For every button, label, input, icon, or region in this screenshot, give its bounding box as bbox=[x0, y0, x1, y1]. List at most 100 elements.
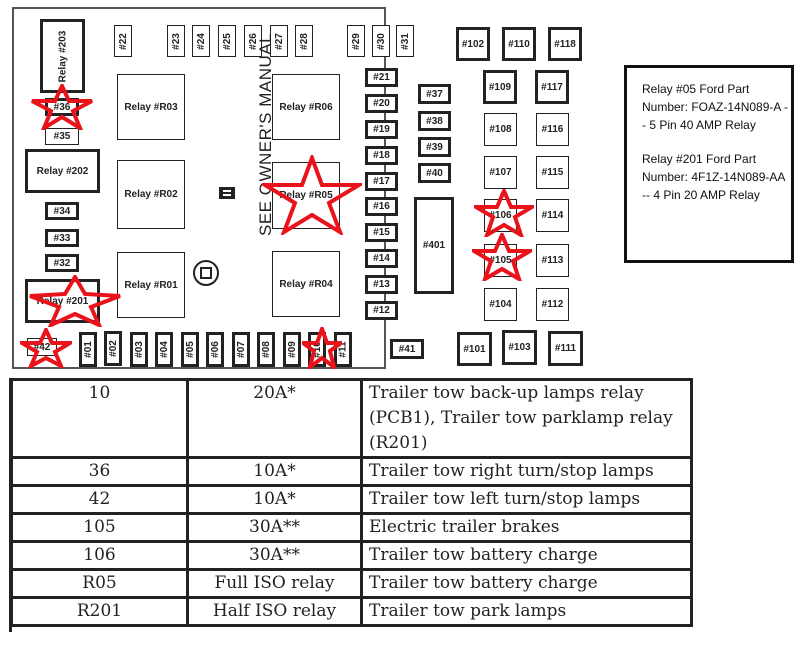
fuse-104: #104 bbox=[484, 288, 517, 321]
note-relay-201: Relay #201 Ford Part Number: 4F1Z-14N089… bbox=[642, 152, 785, 202]
fuse-01: #01 bbox=[79, 332, 97, 367]
circuit-description-cell: Trailer tow left turn/stop lamps bbox=[360, 484, 693, 515]
fuse-40: #40 bbox=[418, 163, 451, 183]
fuse-position-cell: R201 bbox=[10, 596, 189, 627]
fuse-06: #06 bbox=[206, 332, 224, 367]
fuse-37: #37 bbox=[418, 84, 451, 104]
fuse-32: #32 bbox=[45, 254, 79, 272]
circuit-description-cell: Trailer tow right turn/stop lamps bbox=[360, 456, 693, 487]
fuse-08: #08 bbox=[257, 332, 275, 367]
fuse-39: #39 bbox=[418, 137, 451, 157]
fuse-18: #18 bbox=[365, 146, 398, 165]
fuse-position-cell: 105 bbox=[10, 512, 189, 543]
fuse-38: #38 bbox=[418, 111, 451, 131]
relay-r04: Relay #R04 bbox=[272, 251, 340, 317]
relay-r03: Relay #R03 bbox=[117, 74, 185, 140]
relay-r05: Relay #R05 bbox=[272, 162, 340, 229]
fuse-108: #108 bbox=[484, 113, 517, 146]
fuse-36: #36 bbox=[45, 98, 79, 116]
fuse-table: 10 20A* Trailer tow back-up lamps relay (P… bbox=[10, 378, 693, 627]
fuse-position-cell: R05 bbox=[10, 568, 189, 599]
fuse-21: #21 bbox=[365, 68, 398, 87]
fuse-position-cell: 42 bbox=[10, 484, 189, 515]
fuse-17: #17 bbox=[365, 172, 398, 191]
fuse-rating-cell: 30A** bbox=[186, 512, 363, 543]
fuse-19: #19 bbox=[365, 120, 398, 139]
table-row: 42 10A* Trailer tow left turn/stop lamps bbox=[10, 484, 693, 515]
table-row: R05 Full ISO relay Trailer tow battery cha… bbox=[10, 568, 693, 599]
fuse-42: #42 bbox=[27, 338, 57, 356]
fuse-28: #28 bbox=[295, 25, 313, 57]
fuse-position-cell: 10 bbox=[10, 378, 189, 459]
table-row: 36 10A* Trailer tow right turn/stop lamps bbox=[10, 456, 693, 487]
fuse-rating-cell: Half ISO relay bbox=[186, 596, 363, 627]
circuit-description-cell: Trailer tow back-up lamps relay (PCB1), … bbox=[360, 378, 693, 459]
table-row: 105 30A** Electric trailer brakes bbox=[10, 512, 693, 543]
fuse-07: #07 bbox=[232, 332, 250, 367]
fuse-05: #05 bbox=[181, 332, 199, 367]
fuse-rating-cell: 10A* bbox=[186, 456, 363, 487]
relay-201: Relay #201 bbox=[25, 279, 100, 323]
fuse-115: #115 bbox=[536, 156, 569, 189]
fuse-04: #04 bbox=[155, 332, 173, 367]
fuse-24: #24 bbox=[192, 25, 210, 57]
fuse-109: #109 bbox=[483, 70, 517, 104]
fuse-22: #22 bbox=[114, 25, 132, 57]
fuse-20: #20 bbox=[365, 94, 398, 113]
fuse-31: #31 bbox=[396, 25, 414, 57]
table-row: R201 Half ISO relay Trailer tow park lamps bbox=[10, 596, 693, 627]
fuse-112: #112 bbox=[536, 288, 569, 321]
fuse-rating-cell: 20A* bbox=[186, 378, 363, 459]
fuse-11: #11 bbox=[334, 332, 352, 367]
fuse-110: #110 bbox=[502, 27, 536, 61]
fuse-33: #33 bbox=[45, 229, 79, 247]
fuse-105: #105 bbox=[484, 244, 517, 277]
fuse-position-cell: 36 bbox=[10, 456, 189, 487]
fuse-puller-icon bbox=[193, 260, 219, 286]
circuit-description-cell: Trailer tow park lamps bbox=[360, 596, 693, 627]
fuse-101: #101 bbox=[457, 332, 492, 366]
circuit-description-cell: Trailer tow battery charge bbox=[360, 568, 693, 599]
fuse-12: #12 bbox=[365, 301, 398, 320]
relay-202: Relay #202 bbox=[25, 149, 100, 193]
fuse-rating-cell: 10A* bbox=[186, 484, 363, 515]
fuse-107: #107 bbox=[484, 156, 517, 189]
fuse-29: #29 bbox=[347, 25, 365, 57]
fuse-rating-cell: 30A** bbox=[186, 540, 363, 571]
fuse-401: #401 bbox=[414, 197, 454, 294]
fuse-10: #10 bbox=[308, 332, 326, 367]
table-row: 106 30A** Trailer tow battery charge bbox=[10, 540, 693, 571]
fuse-14: #14 bbox=[365, 249, 398, 268]
fuse-15: #15 bbox=[365, 223, 398, 242]
fuse-102: #102 bbox=[456, 27, 490, 61]
fuse-118: #118 bbox=[548, 27, 582, 61]
fuse-30: #30 bbox=[372, 25, 390, 57]
fuse-114: #114 bbox=[536, 199, 569, 232]
relay-r06: Relay #R06 bbox=[272, 74, 340, 140]
relay-r01: Relay #R01 bbox=[117, 252, 185, 318]
relay-203: Relay #203 bbox=[40, 19, 85, 93]
fuse-25: #25 bbox=[218, 25, 236, 57]
circuit-description-cell: Electric trailer brakes bbox=[360, 512, 693, 543]
fuse-16: #16 bbox=[365, 197, 398, 216]
relay-r02: Relay #R02 bbox=[117, 160, 185, 229]
fuse-106: #106 bbox=[484, 199, 517, 232]
fuse-113: #113 bbox=[536, 244, 569, 277]
fuse-03: #03 bbox=[130, 332, 148, 367]
fuse-position-cell: 106 bbox=[10, 540, 189, 571]
circuit-description-cell: Trailer tow battery charge bbox=[360, 540, 693, 571]
fuse-rating-cell: Full ISO relay bbox=[186, 568, 363, 599]
relay-part-number-note: Relay #05 Ford Part Number: FOAZ-14N089-… bbox=[624, 65, 794, 263]
note-relay-05: Relay #05 Ford Part Number: FOAZ-14N089-… bbox=[642, 82, 789, 132]
fuse-41: #41 bbox=[390, 339, 424, 359]
fuse-111: #111 bbox=[548, 331, 583, 366]
fuse-23: #23 bbox=[167, 25, 185, 57]
fuse-13: #13 bbox=[365, 275, 398, 294]
fuse-117: #117 bbox=[535, 70, 569, 104]
fuse-34: #34 bbox=[45, 202, 79, 220]
connector-icon bbox=[219, 187, 235, 199]
fuse-02: #02 bbox=[104, 331, 122, 366]
table-row: 10 20A* Trailer tow back-up lamps relay (P… bbox=[10, 378, 693, 459]
fuse-116: #116 bbox=[536, 113, 569, 146]
fuse-35: #35 bbox=[45, 128, 79, 145]
